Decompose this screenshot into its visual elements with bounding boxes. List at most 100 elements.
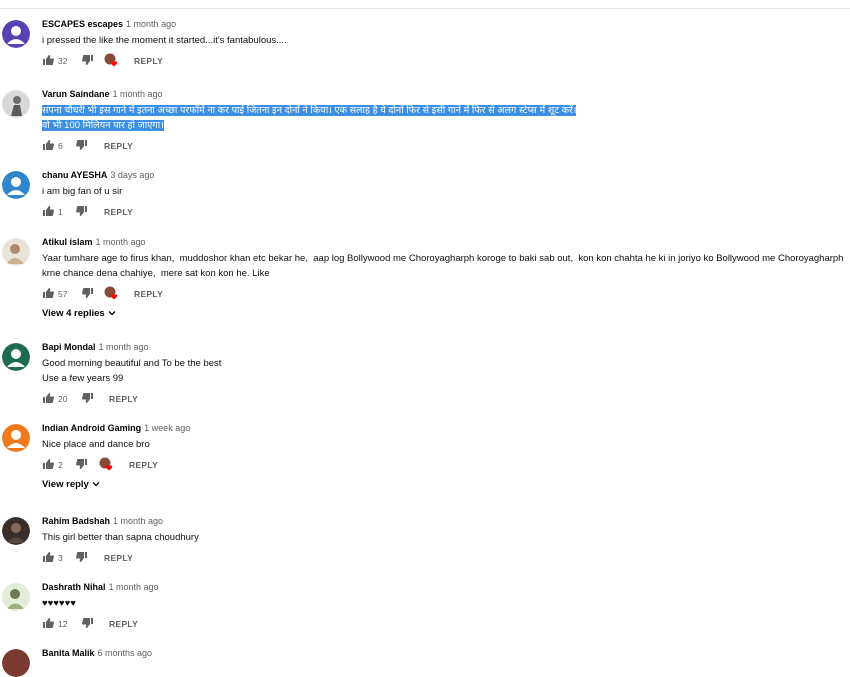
reply-button[interactable]: REPLY [134, 288, 163, 300]
view-replies-label: View 4 replies [42, 308, 105, 319]
dislike-icon[interactable] [82, 392, 94, 404]
chevron-down-icon [92, 480, 100, 488]
comment-actions: 32 REPLY [42, 53, 850, 70]
author-name[interactable]: Indian Android Gaming [42, 423, 141, 433]
comment-actions: 20 REPLY [42, 392, 850, 408]
author-name[interactable]: Dashrath Nihal [42, 582, 106, 592]
comment-line: This girl better than sapna choudhury [42, 532, 199, 543]
like-icon[interactable] [42, 205, 54, 217]
dislike-icon[interactable] [76, 139, 88, 151]
comment-line: Use a few years 99 [42, 373, 124, 384]
comment-line: Nice place and dance bro [42, 439, 150, 450]
author-name[interactable]: Banita Malik [42, 648, 95, 658]
comment-actions: 3 REPLY [42, 551, 850, 567]
like-count: 2 [58, 460, 63, 470]
dislike-icon[interactable] [76, 205, 88, 217]
creator-heart-icon [104, 53, 118, 67]
comment-actions: 12 REPLY [42, 617, 850, 633]
top-divider [0, 8, 850, 9]
avatar[interactable] [2, 583, 30, 611]
comment-time[interactable]: 1 month ago [99, 342, 149, 352]
like-count: 12 [58, 619, 68, 629]
like-count: 3 [58, 553, 63, 563]
comment-text: Good morning beautiful and To be the bes… [42, 356, 850, 386]
reply-button[interactable]: REPLY [134, 55, 163, 67]
avatar[interactable] [2, 649, 30, 677]
view-replies-label: View reply [42, 479, 89, 490]
author-name[interactable]: chanu AYESHA [42, 170, 107, 180]
like-count: 32 [58, 56, 68, 66]
comment-actions: 6 REPLY [42, 139, 850, 155]
comment-text: i pressed the like the moment it started… [42, 33, 850, 48]
like-icon[interactable] [42, 458, 54, 470]
like-icon[interactable] [42, 287, 54, 299]
avatar[interactable] [2, 517, 30, 545]
comment-actions: 1 REPLY [42, 205, 850, 221]
dislike-icon[interactable] [76, 458, 88, 470]
comment-time[interactable]: 1 month ago [126, 19, 176, 29]
like-icon[interactable] [42, 551, 54, 563]
reply-button[interactable]: REPLY [104, 552, 133, 564]
reply-button[interactable]: REPLY [129, 459, 158, 471]
avatar[interactable] [2, 90, 30, 118]
avatar[interactable] [2, 238, 30, 266]
like-icon[interactable] [42, 139, 54, 151]
comment-line: वो भी 100 मिलियन पार हो जाएगा। [42, 120, 164, 131]
like-icon[interactable] [42, 392, 54, 404]
avatar[interactable] [2, 424, 30, 452]
comment-time[interactable]: 1 week ago [144, 423, 190, 433]
comment-line: Good morning beautiful and To be the bes… [42, 358, 222, 369]
comment-time[interactable]: 1 month ago [113, 89, 163, 99]
view-replies-button[interactable]: View 4 replies [42, 308, 850, 320]
comment-header: chanu AYESHA 3 days ago [42, 169, 850, 181]
reply-button[interactable]: REPLY [104, 206, 133, 218]
comment-actions: 2 REPLY [42, 457, 850, 474]
comment-text: This girl better than sapna choudhury [42, 530, 850, 545]
author-name[interactable]: Atikul islam [42, 237, 93, 247]
dislike-icon[interactable] [82, 617, 94, 629]
chevron-down-icon [108, 309, 116, 317]
comment-header: Bapi Mondal 1 month ago [42, 341, 850, 353]
reply-button[interactable]: REPLY [109, 393, 138, 405]
comment-line: सपना चौधरी भी इस गाने में इतना अच्छा परफ… [42, 105, 577, 116]
like-count: 20 [58, 394, 68, 404]
author-name[interactable]: Rahim Badshah [42, 516, 110, 526]
comment-line: i pressed the like the moment it started… [42, 35, 287, 46]
comment-time[interactable]: 1 month ago [109, 582, 159, 592]
like-icon[interactable] [42, 54, 54, 66]
comment-header: Atikul islam 1 month ago [42, 236, 850, 248]
comment-header: Rahim Badshah 1 month ago [42, 515, 850, 527]
comment-time[interactable]: 6 months ago [98, 648, 153, 658]
comment-text: ♥♥♥♥♥♥ [42, 596, 850, 611]
creator-heart-icon [104, 286, 118, 300]
dislike-icon[interactable] [82, 287, 94, 299]
comment-line: Yaar tumhare age to firus khan, muddosho… [42, 253, 844, 264]
author-name[interactable]: ESCAPES escapes [42, 19, 123, 29]
comment-time[interactable]: 3 days ago [110, 170, 154, 180]
dislike-icon[interactable] [82, 54, 94, 66]
reply-button[interactable]: REPLY [109, 618, 138, 630]
avatar[interactable] [2, 343, 30, 371]
view-replies-button[interactable]: View reply [42, 479, 850, 491]
comment-header: Indian Android Gaming 1 week ago [42, 422, 850, 434]
dislike-icon[interactable] [76, 551, 88, 563]
comment-text: Nice place and dance bro [42, 437, 850, 452]
author-name[interactable]: Varun Saindane [42, 89, 110, 99]
comment-text: सपना चौधरी भी इस गाने में इतना अच्छा परफ… [42, 103, 850, 133]
like-count: 1 [58, 207, 63, 217]
avatar[interactable] [2, 171, 30, 199]
comment-header: Varun Saindane 1 month ago [42, 88, 850, 100]
comment-time[interactable]: 1 month ago [113, 516, 163, 526]
creator-heart-icon [99, 457, 113, 471]
comment-time[interactable]: 1 month ago [96, 237, 146, 247]
like-icon[interactable] [42, 617, 54, 629]
author-name[interactable]: Bapi Mondal [42, 342, 96, 352]
comment-text: Yaar tumhare age to firus khan, muddosho… [42, 251, 850, 281]
comment-actions: 57 REPLY [42, 286, 850, 303]
comment-header: ESCAPES escapes 1 month ago [42, 18, 850, 30]
comment-header: Banita Malik 6 months ago [42, 647, 850, 659]
reply-button[interactable]: REPLY [104, 140, 133, 152]
comment-line: krne chance dena chahiye, mere sat kon k… [42, 268, 270, 279]
like-count: 57 [58, 289, 68, 299]
avatar[interactable] [2, 20, 30, 48]
